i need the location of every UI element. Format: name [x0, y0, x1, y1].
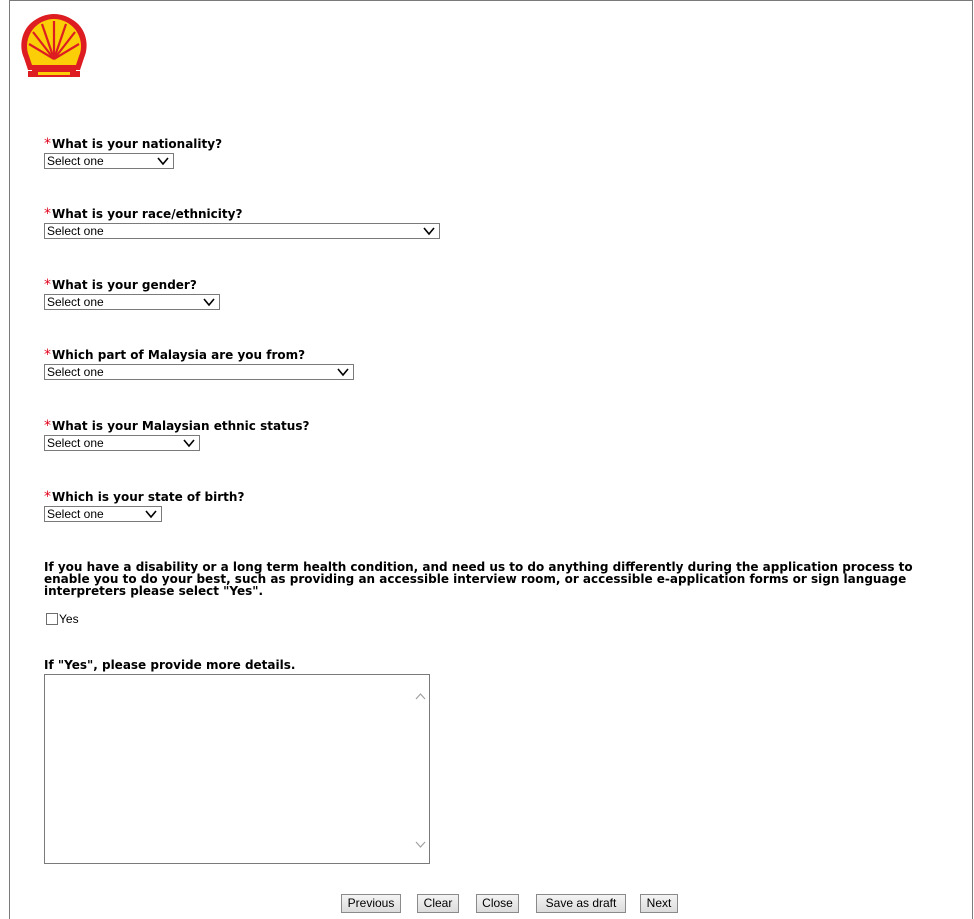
chevron-down-icon: [145, 510, 157, 519]
required-marker: *: [44, 206, 51, 222]
footer-button-bar: Previous Clear Close Save as draft Next: [0, 894, 974, 914]
question-gender: *What is your gender? Select one: [44, 277, 220, 310]
previous-button[interactable]: Previous: [341, 894, 401, 913]
nationality-label: *What is your nationality?: [44, 136, 223, 152]
question-part-of-malaysia: *Which part of Malaysia are you from? Se…: [44, 347, 354, 380]
details-label: If "Yes", please provide more details.: [44, 658, 296, 672]
race-ethnicity-label: *What is your race/ethnicity?: [44, 206, 243, 222]
gender-select[interactable]: Select one: [44, 294, 220, 310]
shell-logo-icon: [21, 14, 87, 77]
malaysian-ethnic-status-label: *What is your Malaysian ethnic status?: [44, 418, 310, 434]
disability-yes-checkbox[interactable]: [46, 613, 58, 625]
disability-yes-option[interactable]: Yes: [46, 612, 79, 626]
scroll-up-icon: [415, 693, 426, 700]
required-marker: *: [44, 136, 51, 152]
scroll-down-icon: [415, 841, 426, 848]
state-of-birth-label: *Which is your state of birth?: [44, 489, 245, 505]
malaysian-ethnic-status-select[interactable]: Select one: [44, 435, 200, 451]
question-nationality: *What is your nationality? Select one: [44, 136, 222, 169]
next-button[interactable]: Next: [640, 894, 678, 913]
chevron-down-icon: [157, 157, 169, 166]
required-marker: *: [44, 489, 51, 505]
required-marker: *: [44, 347, 51, 363]
required-marker: *: [44, 277, 51, 293]
question-malaysian-ethnic-status: *What is your Malaysian ethnic status? S…: [44, 418, 309, 451]
gender-label: *What is your gender?: [44, 277, 197, 293]
question-race-ethnicity: *What is your race/ethnicity? Select one: [44, 206, 440, 239]
state-of-birth-select[interactable]: Select one: [44, 506, 162, 522]
disability-yes-label[interactable]: Yes: [59, 612, 79, 626]
nationality-select[interactable]: Select one: [44, 153, 174, 169]
chevron-down-icon: [423, 227, 435, 236]
race-ethnicity-select[interactable]: Select one: [44, 223, 440, 239]
chevron-down-icon: [183, 439, 195, 448]
chevron-down-icon: [337, 368, 349, 377]
textarea-scrollbar[interactable]: [412, 675, 429, 863]
question-state-of-birth: *Which is your state of birth? Select on…: [44, 489, 244, 522]
details-textarea[interactable]: [44, 674, 430, 864]
chevron-down-icon: [203, 298, 215, 307]
required-marker: *: [44, 418, 51, 434]
close-button[interactable]: Close: [476, 894, 519, 913]
part-of-malaysia-select[interactable]: Select one: [44, 364, 354, 380]
disability-question: If you have a disability or a long term …: [44, 560, 913, 598]
part-of-malaysia-label: *Which part of Malaysia are you from?: [44, 347, 306, 363]
save-as-draft-button[interactable]: Save as draft: [536, 894, 626, 913]
clear-button[interactable]: Clear: [417, 894, 459, 913]
